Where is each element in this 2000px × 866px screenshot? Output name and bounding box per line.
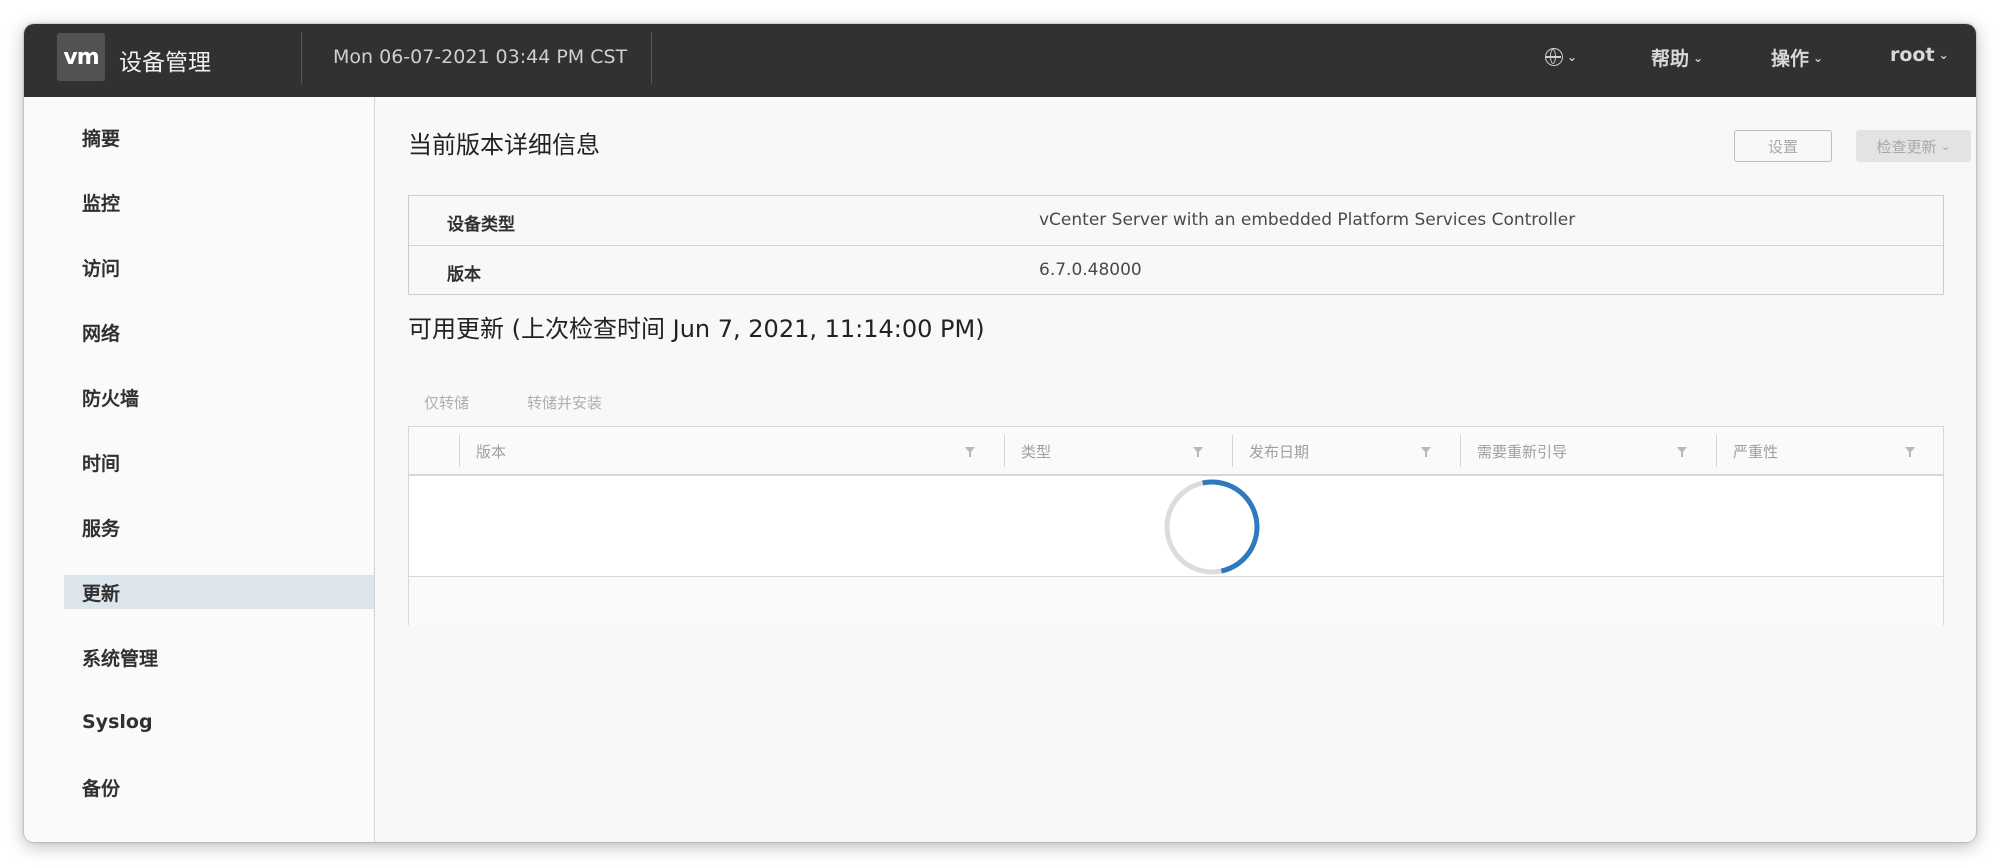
sidebar-item-networking[interactable]: 网络 [64,315,374,349]
version-label: 版本 [447,265,481,285]
loading-spinner [1164,479,1260,575]
filter-icon[interactable] [1420,446,1432,458]
stage-only-button[interactable]: 仅转储 [424,392,469,413]
filter-icon[interactable] [1904,446,1916,458]
header-divider [301,32,302,84]
sidebar-item-summary[interactable]: 摘要 [64,120,374,154]
check-updates-button[interactable]: 检查更新 ⌄ [1856,130,1971,162]
sidebar-item-administration[interactable]: 系统管理 [64,640,374,674]
table-row: 版本 6.7.0.48000 [409,245,1943,295]
sidebar-nav: 摘要 监控 访问 网络 防火墙 时间 服务 更新 系统管理 Syslog 备份 [24,97,375,842]
chevron-down-icon: ⌄ [1567,50,1578,64]
help-menu[interactable]: 帮助 ⌄ [1651,44,1703,71]
sidebar-item-syslog[interactable]: Syslog [64,705,374,739]
column-divider[interactable] [1004,435,1005,467]
column-divider[interactable] [1460,435,1461,467]
user-menu[interactable]: root ⌄ [1890,44,1949,66]
user-menu-label: root [1890,44,1935,66]
main-content: 当前版本详细信息 设置 检查更新 ⌄ 设备类型 vCenter Server w… [375,97,1976,842]
column-divider[interactable] [1716,435,1717,467]
chevron-down-icon: ⌄ [1940,139,1951,153]
table-row: 设备类型 vCenter Server with an embedded Pla… [409,196,1943,245]
header-datetime: Mon 06-07-2021 03:44 PM CST [333,46,628,68]
language-menu[interactable]: ⌄ [1545,48,1577,66]
version-details-table: 设备类型 vCenter Server with an embedded Pla… [408,195,1944,295]
app-title: 设备管理 [119,50,211,76]
globe-icon [1545,48,1563,66]
datagrid-header: 版本 类型 发布日期 需要重新引导 严重性 [409,427,1943,476]
sidebar-item-firewall[interactable]: 防火墙 [64,380,374,414]
column-header-type[interactable]: 类型 [1021,441,1051,462]
sidebar-item-access[interactable]: 访问 [64,250,374,284]
chevron-down-icon: ⌄ [1938,48,1949,62]
settings-button[interactable]: 设置 [1734,130,1832,162]
current-version-title: 当前版本详细信息 [408,131,600,159]
actions-menu-label: 操作 [1771,48,1810,70]
sidebar-item-monitor[interactable]: 监控 [64,185,374,219]
column-divider[interactable] [1232,435,1233,467]
chevron-down-icon: ⌄ [1813,50,1824,65]
column-header-severity[interactable]: 严重性 [1733,441,1778,462]
help-menu-label: 帮助 [1651,48,1690,70]
app-window: vm 设备管理 Mon 06-07-2021 03:44 PM CST ⌄ 帮助… [24,24,1976,842]
column-header-release-date[interactable]: 发布日期 [1249,441,1309,462]
check-updates-label: 检查更新 [1876,137,1937,156]
vmware-logo[interactable]: vm [57,33,105,81]
filter-icon[interactable] [1676,446,1688,458]
available-updates-title: 可用更新 (上次检查时间 Jun 7, 2021, 11:14:00 PM) [408,315,985,343]
column-header-reboot-required[interactable]: 需要重新引导 [1477,441,1567,462]
filter-icon[interactable] [964,446,976,458]
sidebar-item-services[interactable]: 服务 [64,510,374,544]
sidebar-item-backup[interactable]: 备份 [64,770,374,804]
column-divider [459,435,460,467]
updates-datagrid: 版本 类型 发布日期 需要重新引导 严重性 [408,426,1944,625]
column-header-version[interactable]: 版本 [476,441,506,462]
appliance-type-value: vCenter Server with an embedded Platform… [1039,210,1576,230]
sidebar-item-update[interactable]: 更新 [64,575,374,609]
appliance-type-label: 设备类型 [447,215,515,235]
actions-menu[interactable]: 操作 ⌄ [1771,44,1823,71]
version-value: 6.7.0.48000 [1039,260,1142,280]
top-header: vm 设备管理 Mon 06-07-2021 03:44 PM CST ⌄ 帮助… [24,24,1976,97]
sidebar-item-time[interactable]: 时间 [64,445,374,479]
stage-and-install-button[interactable]: 转储并安装 [527,392,602,413]
filter-icon[interactable] [1192,446,1204,458]
datagrid-footer [409,576,1943,625]
chevron-down-icon: ⌄ [1693,50,1704,65]
header-divider [651,32,652,84]
